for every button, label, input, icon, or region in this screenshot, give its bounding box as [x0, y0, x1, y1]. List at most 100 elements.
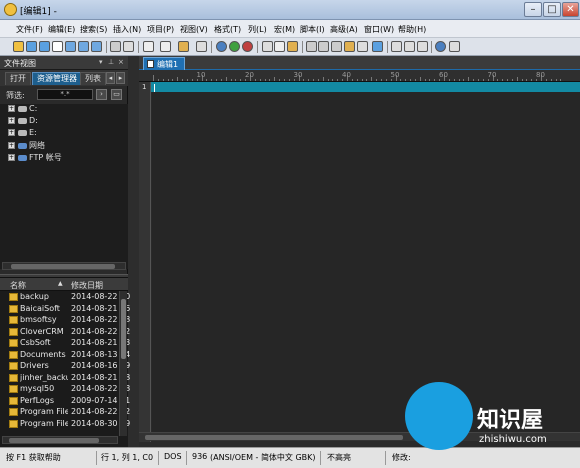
expand-icon[interactable]: + — [8, 129, 15, 136]
window-cascade-icon[interactable] — [404, 41, 415, 52]
back-icon[interactable] — [26, 41, 37, 52]
browser-icon[interactable] — [216, 41, 227, 52]
print-preview-icon[interactable] — [123, 41, 134, 52]
file-row[interactable]: Drivers 2014-08-16 09 — [0, 361, 130, 372]
tab-scroll-right-icon[interactable]: ▸ — [116, 72, 125, 84]
bookmark-icon[interactable] — [344, 41, 355, 52]
wordwrap-icon[interactable] — [372, 41, 383, 52]
file-row[interactable]: backup 2014-08-22 10 — [0, 292, 130, 303]
tree-horizontal-scrollbar[interactable] — [2, 262, 126, 270]
file-row[interactable]: Program Files2014-08-22 12 — [0, 407, 130, 418]
status-encoding[interactable]: (ANSI/OEM - 简体中文 GBK) — [210, 452, 316, 463]
help-icon[interactable] — [449, 41, 460, 52]
menu-search[interactable]: 搜索(S) — [80, 24, 107, 35]
file-row[interactable]: PerfLogs 2009-07-14 11 — [0, 396, 130, 407]
scroll-thumb[interactable] — [9, 438, 99, 443]
window-list-icon[interactable] — [417, 41, 428, 52]
filter-row: 筛选: *.* › ▭ — [0, 88, 128, 102]
expand-icon[interactable]: + — [8, 105, 15, 112]
menu-advanced[interactable]: 高级(A) — [330, 24, 358, 35]
column-date[interactable]: 修改日期 — [71, 280, 103, 291]
replace-icon[interactable] — [318, 41, 329, 52]
paste-icon[interactable] — [178, 41, 189, 52]
folder-icon[interactable] — [78, 41, 89, 52]
status-highlight[interactable]: 不高亮 — [327, 452, 351, 463]
print-icon[interactable] — [110, 41, 121, 52]
tab-scroll-left-icon[interactable]: ◂ — [106, 72, 115, 84]
scroll-thumb[interactable] — [121, 299, 126, 359]
web-icon[interactable] — [435, 41, 446, 52]
pin-icon[interactable]: ⊥ — [108, 58, 114, 66]
menu-column[interactable]: 列(L) — [248, 24, 267, 35]
scissors-icon[interactable] — [262, 41, 273, 52]
tree-node-d[interactable]: + D: — [8, 116, 38, 126]
clipboard-icon[interactable] — [287, 41, 298, 52]
file-row[interactable]: jinher_backup2014-08-21 18 — [0, 373, 130, 384]
file-row[interactable]: bmsoftsy 2014-08-22 08 — [0, 315, 130, 326]
file-row[interactable]: mysql50 2014-08-22 08 — [0, 384, 130, 395]
menu-window[interactable]: 窗口(W) — [364, 24, 394, 35]
cut-icon[interactable] — [143, 41, 154, 52]
file-list-vertical-scrollbar[interactable] — [119, 291, 127, 436]
file-row[interactable]: Documents 2014-08-13 14 — [0, 349, 130, 361]
panel-close-icon[interactable]: × — [118, 58, 124, 66]
editor-text-area[interactable] — [152, 92, 580, 432]
file-list-horizontal-scrollbar[interactable] — [2, 436, 118, 444]
menu-edit[interactable]: 编辑(E) — [48, 24, 75, 35]
menu-help[interactable]: 帮助(H) — [398, 24, 426, 35]
tab-open[interactable]: 打开 — [5, 72, 31, 85]
open-folder-icon[interactable] — [65, 41, 76, 52]
save-icon[interactable] — [91, 41, 102, 52]
menu-project[interactable]: 项目(P) — [147, 24, 174, 35]
scroll-thumb[interactable] — [145, 435, 403, 440]
menu-insert[interactable]: 插入(N) — [113, 24, 141, 35]
minimize-button[interactable]: – — [524, 2, 542, 17]
filter-apply-icon[interactable]: › — [96, 89, 107, 100]
tree-node-ftp[interactable]: + FTP 帐号 — [8, 152, 62, 162]
globe-icon[interactable] — [229, 41, 240, 52]
copy-doc-icon[interactable] — [274, 41, 285, 52]
tab-explorer[interactable]: 资源管理器 — [32, 72, 82, 85]
forward-icon[interactable] — [39, 41, 50, 52]
copy-icon[interactable] — [160, 41, 171, 52]
menu-macro[interactable]: 宏(M) — [274, 24, 295, 35]
editor-tab[interactable]: 编辑1 — [143, 57, 185, 70]
panel-dropdown-icon[interactable]: ▾ — [99, 58, 103, 66]
column-icon[interactable] — [357, 41, 368, 52]
tree-node-e[interactable]: + E: — [8, 128, 37, 138]
file-row[interactable]: CsbSoft 2014-08-21 13 — [0, 338, 130, 349]
maximize-button[interactable]: □ — [543, 2, 561, 17]
new-file-icon[interactable] — [13, 41, 24, 52]
toolbar-separator — [431, 41, 432, 53]
tab-list[interactable]: 列表 — [80, 72, 106, 85]
expand-icon[interactable]: + — [8, 117, 15, 124]
drive-icon — [18, 117, 27, 124]
menu-view[interactable]: 视图(V) — [180, 24, 208, 35]
close-button[interactable]: ✕ — [562, 2, 579, 17]
scroll-thumb[interactable] — [11, 264, 115, 269]
ruler-tick — [230, 79, 232, 81]
find-icon[interactable] — [306, 41, 317, 52]
tree-node-network[interactable]: + 网络 — [8, 140, 45, 150]
menu-format[interactable]: 格式(T) — [214, 24, 241, 35]
menu-script[interactable]: 脚本(I) — [300, 24, 325, 35]
select-all-icon[interactable] — [196, 41, 207, 52]
browse-folder-icon[interactable]: ▭ — [111, 89, 122, 100]
status-lineend[interactable]: DOS — [164, 452, 182, 461]
stop-icon[interactable] — [242, 41, 253, 52]
file-row[interactable]: Program File...2014-08-30 09 — [0, 419, 130, 430]
status-codepage[interactable]: 936 — [192, 452, 207, 461]
file-row[interactable]: BaicaiSoft 2014-08-21 16 — [0, 304, 130, 315]
filter-input[interactable]: *.* — [37, 89, 93, 100]
tree-node-c[interactable]: + C: — [8, 104, 37, 114]
column-name[interactable]: 名称 — [10, 280, 26, 291]
file-name: Documents — [20, 349, 66, 359]
file-row[interactable]: CloverCRM 2014-08-22 12 — [0, 327, 130, 338]
menu-file[interactable]: 文件(F) — [16, 24, 43, 35]
ruler-tick — [434, 79, 436, 81]
find-in-files-icon[interactable] — [331, 41, 342, 52]
expand-icon[interactable]: + — [8, 142, 15, 149]
window-tile-icon[interactable] — [391, 41, 402, 52]
document-icon[interactable] — [52, 41, 63, 52]
expand-icon[interactable]: + — [8, 154, 15, 161]
